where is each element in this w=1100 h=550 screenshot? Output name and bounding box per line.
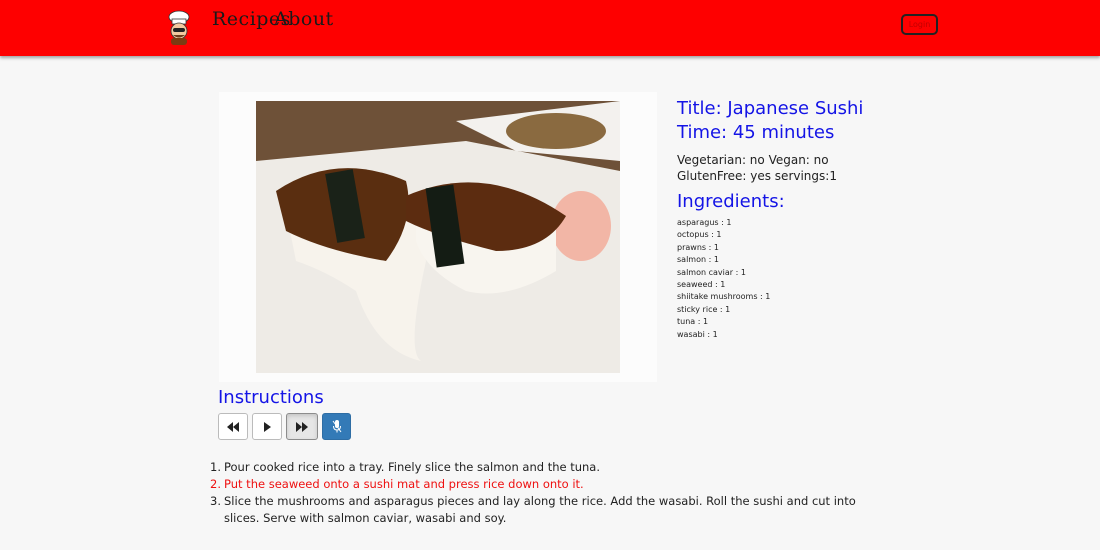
ingredient-item: asparagus : 1 [677,218,732,227]
login-button[interactable]: Login [901,14,938,35]
play-icon [264,421,271,432]
recipe-time: Time: 45 minutes [677,122,835,143]
step-number: 3. [210,494,221,508]
ingredients-list: asparagus : 1 octopus : 1 prawns : 1 sal… [677,217,897,341]
chef-logo-icon[interactable] [164,9,194,45]
forward-button[interactable] [286,413,318,440]
ingredients-heading: Ingredients: [677,191,785,212]
ingredient-item: octopus : 1 [677,230,722,240]
microphone-button[interactable] [322,413,351,440]
instructions-heading: Instructions [218,387,324,408]
ingredient-item: seaweed : 1 [677,280,726,290]
instruction-step: 1. Pour cooked rice into a tray. Finely … [210,459,884,476]
step-text: Pour cooked rice into a tray. Finely sli… [224,460,601,474]
recipe-photo [256,101,620,373]
step-number: 2. [210,477,221,491]
ingredient-item: salmon : 1 [677,255,719,265]
ingredient-item: shiitake mushrooms : 1 [677,292,771,302]
ingredient-item: wasabi : 1 [677,329,718,339]
microphone-off-icon [332,420,341,433]
ingredient-item: prawns : 1 [677,242,719,252]
instruction-steps: 1. Pour cooked rice into a tray. Finely … [210,459,884,527]
nav-about-link[interactable]: About [274,8,334,30]
play-button[interactable] [252,413,282,440]
fast-forward-icon [296,421,308,432]
navbar: Recipes About Login [0,0,1100,56]
ingredient-item: sticky rice : 1 [677,304,731,314]
recipe-info: Title: Japanese Sushi Time: 45 minutes V… [677,97,897,341]
recipe-title: Title: Japanese Sushi [677,98,864,119]
step-text: Slice the mushrooms and asparagus pieces… [224,494,856,525]
recipe-diet-info: Vegetarian: no Vegan: no GlutenFree: yes… [677,153,837,183]
rewind-button[interactable] [218,413,248,440]
ingredient-item: tuna : 1 [677,317,709,327]
instruction-step: 3. Slice the mushrooms and asparagus pie… [210,493,884,527]
fast-backward-icon [227,421,239,432]
step-text: Put the seaweed onto a sushi mat and pre… [224,477,584,491]
step-number: 1. [210,460,221,474]
instruction-step-current: 2. Put the seaweed onto a sushi mat and … [210,476,884,493]
ingredient-item: salmon caviar : 1 [677,267,746,277]
